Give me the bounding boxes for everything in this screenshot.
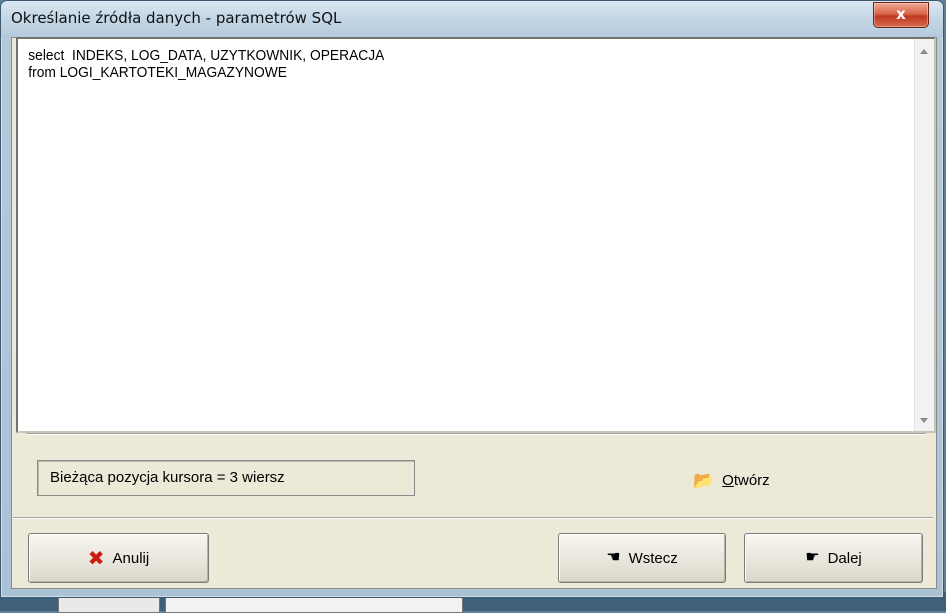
close-button[interactable]: x [873, 2, 929, 28]
back-button[interactable]: ☚ Wstecz [558, 533, 726, 583]
open-mnemonic: O [722, 471, 734, 489]
open-file-button[interactable]: 📂 Otwórz [693, 469, 770, 491]
red-x-icon: ✖ [87, 546, 105, 570]
sql-editor-frame: select INDEKS, LOG_DATA, UZYTKOWNIK, OPE… [16, 37, 936, 433]
folder-open-icon: 📂 [693, 470, 715, 490]
scroll-up-arrow-icon[interactable] [920, 49, 928, 54]
hand-left-icon: ☚ [606, 549, 621, 566]
open-label: twórz [733, 471, 770, 489]
vertical-scrollbar[interactable] [914, 39, 934, 431]
hand-right-icon: ☛ [805, 549, 820, 566]
sql-source-dialog: Określanie źródła danych - parametrów SQ… [0, 0, 944, 598]
back-label: Wstecz [628, 549, 678, 567]
title-bar: Określanie źródła danych - parametrów SQ… [1, 1, 943, 37]
cursor-position-text: Bieżąca pozycja kursora = 3 wiersz [50, 469, 285, 486]
close-icon: x [896, 5, 906, 23]
next-button[interactable]: ☛ Dalej [744, 533, 923, 583]
scroll-down-arrow-icon[interactable] [920, 418, 928, 423]
next-label: Dalej [827, 549, 862, 567]
cursor-position-status: Bieżąca pozycja kursora = 3 wiersz [37, 460, 415, 496]
cancel-button[interactable]: ✖ Anulij [28, 533, 209, 583]
sql-editor[interactable]: select INDEKS, LOG_DATA, UZYTKOWNIK, OPE… [20, 41, 842, 429]
divider [13, 517, 933, 519]
cancel-label: Anulij [112, 549, 150, 567]
divider [26, 433, 926, 435]
dialog-title: Określanie źródła danych - parametrów SQ… [11, 9, 342, 27]
